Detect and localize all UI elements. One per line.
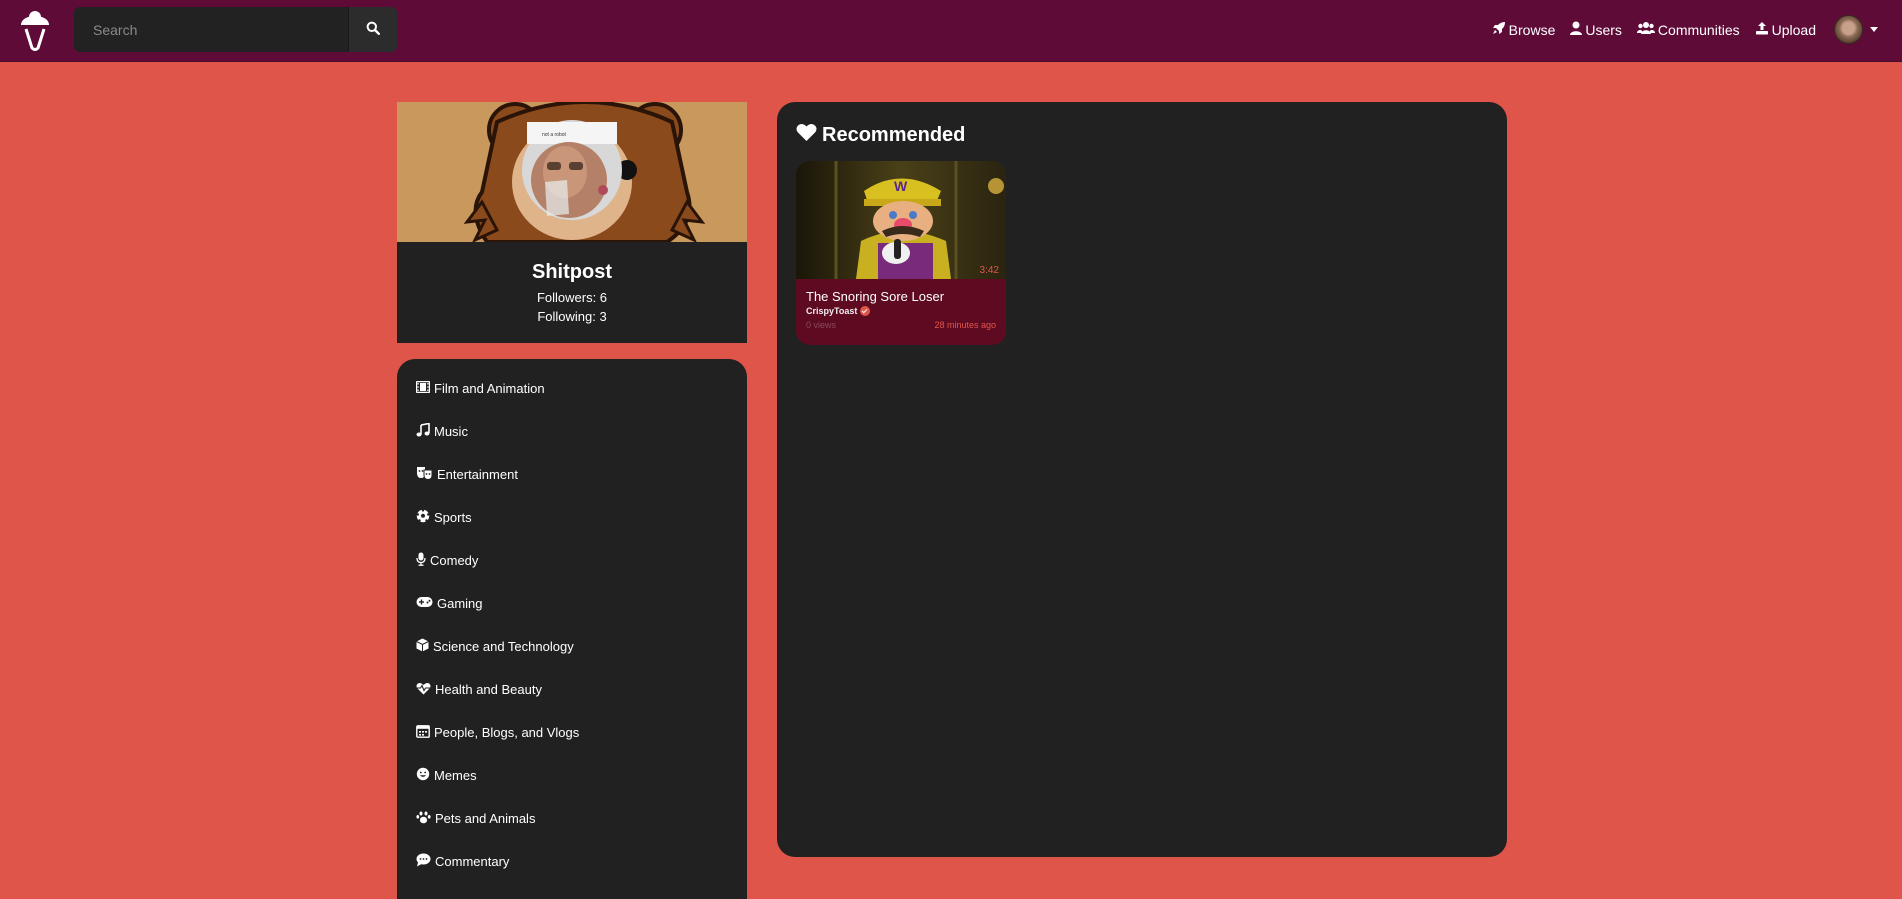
rocket-icon [1492,21,1509,38]
nav-browse-link[interactable]: Browse [1492,21,1556,38]
following-count: Following: 3 [537,309,607,324]
video-card[interactable]: W 3:42 The Snoring Sore Loser CrispyToas… [796,161,1006,345]
video-author[interactable]: CrispyToast [806,306,996,316]
category-label: Film and Animation [434,381,545,396]
nav-users-label: Users [1585,21,1622,38]
user-avatar[interactable] [1834,15,1863,44]
video-views: 0 views [806,320,837,330]
user-icon [1570,21,1585,38]
nav-communities-link[interactable]: Communities [1636,21,1740,38]
bear-mascot-image: not a robot [397,102,747,242]
category-label: Health and Beauty [435,682,542,697]
category-film-and-animation[interactable]: Film and Animation [397,367,747,410]
video-footer: 0 views 28 minutes ago [806,320,996,330]
video-author-name: CrispyToast [806,306,858,316]
video-upload-time: 28 minutes ago [934,320,996,330]
profile-info: Shitpost Followers: 6 Following: 3 [397,242,747,326]
calendar-icon [416,724,434,741]
chevron-down-icon[interactable] [1870,27,1878,32]
smile-icon [416,767,434,784]
category-label: Comedy [430,553,479,568]
category-label: People, Blogs, and Vlogs [434,725,580,740]
category-comedy[interactable]: Comedy [397,539,747,582]
heartbeat-icon [416,682,435,698]
nav-upload-label: Upload [1771,21,1816,38]
nav-browse-label: Browse [1508,21,1556,38]
category-memes[interactable]: Memes [397,754,747,797]
category-label: Music [434,424,468,439]
video-thumbnail[interactable]: W 3:42 [796,161,1006,279]
category-sports[interactable]: Sports [397,496,747,539]
category-label: Commentary [435,854,510,869]
top-navbar: Browse Users Communities [0,0,1902,62]
category-health-and-beauty[interactable]: Health and Beauty [397,668,747,711]
users-group-icon [1636,21,1658,38]
category-label: Gaming [437,596,483,611]
video-title[interactable]: The Snoring Sore Loser [806,289,996,304]
category-label: Memes [434,768,477,783]
nav-communities-label: Communities [1657,21,1740,38]
nav-users-link[interactable]: Users [1570,21,1622,38]
svg-text:not a robot: not a robot [542,132,567,138]
video-duration: 3:42 [979,265,999,276]
category-label: Sports [434,510,472,525]
followers-count: Followers: 6 [536,290,608,305]
site-logo[interactable] [19,9,51,51]
upload-icon [1755,21,1772,38]
heart-icon [796,123,822,148]
category-label: Science and Technology [433,639,574,654]
search-input[interactable] [74,7,348,52]
profile-name: Shitpost [532,261,612,283]
recommended-heading: Recommended [796,123,1488,148]
category-pets-and-animals[interactable]: Pets and Animals [397,797,747,840]
recommended-panel: Recommended W 3:42 The Snoring Sore Lose… [777,102,1507,857]
recommended-title: Recommended [822,124,966,146]
music-icon [416,422,434,440]
cube-icon [416,638,433,655]
search-icon [366,21,381,38]
category-science-and-technology[interactable]: Science and Technology [397,625,747,668]
category-gaming[interactable]: Gaming [397,582,747,625]
video-meta: The Snoring Sore Loser CrispyToast 0 vie… [796,279,1006,330]
soccer-ball-icon [416,509,434,526]
nav-upload-link[interactable]: Upload [1755,21,1816,38]
comment-icon [416,853,435,870]
wario-thumbnail-image: W [796,161,1006,279]
paw-icon [416,810,435,827]
verified-check-icon [860,306,871,316]
category-label: Pets and Animals [435,811,536,826]
svg-text:W: W [894,178,908,194]
nav-links: Browse Users Communities Upload [1477,0,1878,59]
theater-masks-icon [416,466,437,483]
gamepad-icon [416,596,437,611]
category-people-blogs-vlogs[interactable]: People, Blogs, and Vlogs [397,711,747,754]
category-label: Entertainment [437,467,518,482]
search-bar [74,7,397,52]
category-commentary[interactable]: Commentary [397,840,747,883]
profile-banner: not a robot [397,102,747,242]
search-button[interactable] [348,7,397,52]
category-entertainment[interactable]: Entertainment [397,453,747,496]
category-music[interactable]: Music [397,410,747,453]
category-list: Film and Animation Music Entertainment S… [397,359,747,899]
profile-card: not a robot Shitpost Followers: 6 Follow… [397,102,747,343]
microphone-icon [416,552,430,569]
film-icon [415,380,434,396]
